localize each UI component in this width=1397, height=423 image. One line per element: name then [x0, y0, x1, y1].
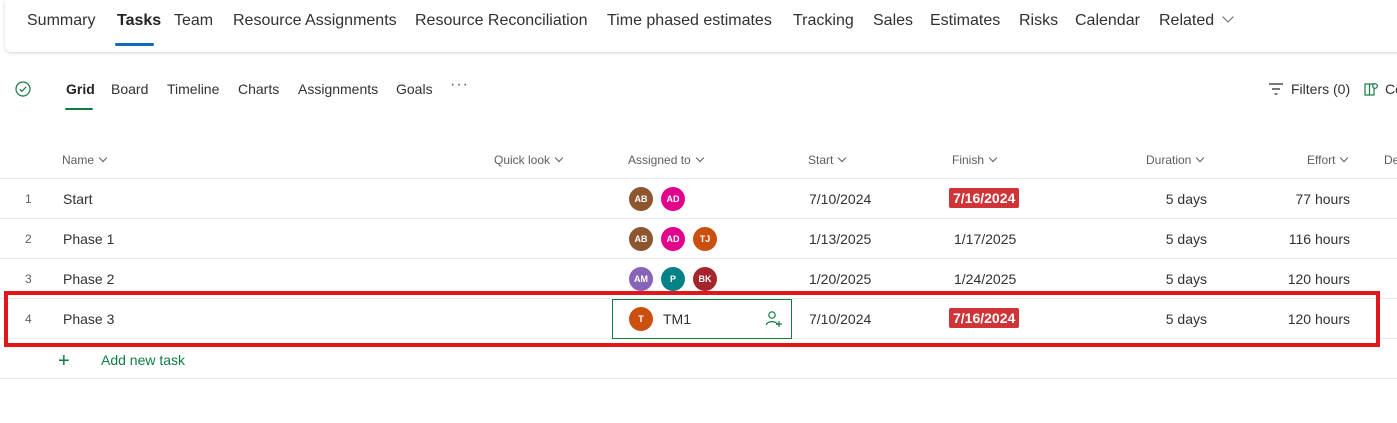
avatar[interactable]: AB: [629, 187, 653, 211]
avatar[interactable]: AB: [629, 227, 653, 251]
column-header-finish[interactable]: Finish: [952, 153, 998, 167]
duration[interactable]: 5 days: [1107, 271, 1207, 287]
start-date[interactable]: 1/13/2025: [809, 231, 871, 247]
row-number: 3: [25, 272, 32, 286]
tab-estimates[interactable]: Estimates: [930, 12, 1000, 30]
tab-related[interactable]: Related: [1159, 11, 1234, 30]
row-divider: [0, 258, 1397, 259]
column-header-start[interactable]: Start: [808, 153, 847, 167]
filters-label: Filters (0): [1291, 81, 1351, 97]
avatar[interactable]: AD: [661, 187, 685, 211]
start-date[interactable]: 7/10/2024: [809, 191, 871, 207]
effort[interactable]: 77 hours: [1250, 191, 1350, 207]
effort[interactable]: 120 hours: [1250, 271, 1350, 287]
chevron-down-icon: [1222, 11, 1234, 23]
filters-button[interactable]: Filters (0): [1268, 81, 1350, 97]
avatar[interactable]: P: [661, 267, 685, 291]
tab-resource-reconciliation[interactable]: Resource Reconciliation: [415, 12, 588, 30]
column-header-finish-label: Finish: [952, 153, 985, 167]
column-header-name[interactable]: Name: [62, 153, 108, 167]
header-divider: [0, 178, 1397, 179]
start-date[interactable]: 1/20/2025: [809, 271, 871, 287]
column-header-next[interactable]: De: [1384, 153, 1397, 167]
tab-resource-assignments[interactable]: Resource Assignments: [233, 12, 397, 30]
row-divider: [0, 218, 1397, 219]
tab-related-label: Related: [1159, 12, 1215, 29]
more-options-icon[interactable]: ···: [450, 76, 469, 94]
tab-time-phased-estimates[interactable]: Time phased estimates: [607, 12, 772, 30]
column-header-assigned-to-label: Assigned to: [628, 153, 691, 167]
column-header-duration-label: Duration: [1146, 153, 1192, 167]
view-tab-goals[interactable]: Goals: [396, 81, 433, 97]
view-tab-charts[interactable]: Charts: [238, 81, 279, 97]
avatar[interactable]: BK: [693, 267, 717, 291]
view-tab-assignments[interactable]: Assignments: [298, 81, 378, 97]
tab-summary[interactable]: Summary: [27, 12, 95, 30]
tab-tasks-underline: [115, 43, 154, 46]
view-tab-timeline[interactable]: Timeline: [167, 81, 219, 97]
column-header-start-label: Start: [808, 153, 834, 167]
duration[interactable]: 5 days: [1107, 191, 1207, 207]
column-header-effort[interactable]: Effort: [1307, 153, 1349, 167]
task-name[interactable]: Phase 2: [63, 271, 114, 287]
column-header-effort-label: Effort: [1307, 153, 1336, 167]
tab-tracking[interactable]: Tracking: [793, 12, 854, 30]
tab-sales[interactable]: Sales: [873, 12, 913, 30]
avatar[interactable]: AD: [661, 227, 685, 251]
view-tab-grid[interactable]: Grid: [66, 81, 95, 97]
check-circle-icon[interactable]: [15, 81, 31, 97]
chevron-down-icon: [1340, 153, 1349, 163]
column-header-assigned-to[interactable]: Assigned to: [628, 153, 704, 167]
task-name[interactable]: Phase 1: [63, 231, 114, 247]
add-new-task-button[interactable]: Add new task: [101, 352, 185, 368]
finish-date-late-badge[interactable]: 7/16/2024: [949, 188, 1020, 208]
finish-date[interactable]: 1/17/2025: [954, 231, 1016, 247]
chevron-down-icon: [1196, 153, 1205, 163]
chevron-down-icon: [98, 153, 108, 163]
column-settings-icon: [1364, 83, 1378, 96]
view-tab-board[interactable]: Board: [111, 81, 148, 97]
row-number: 2: [25, 232, 32, 246]
column-header-quick-look[interactable]: Quick look: [494, 153, 564, 167]
avatar[interactable]: TJ: [693, 227, 717, 251]
chevron-down-icon: [988, 153, 998, 163]
columns-button[interactable]: Co: [1363, 81, 1397, 97]
tab-team[interactable]: Team: [174, 12, 213, 30]
row-number: 1: [25, 192, 32, 206]
filter-icon: [1269, 83, 1283, 95]
tab-risks[interactable]: Risks: [1019, 12, 1058, 30]
effort[interactable]: 116 hours: [1250, 231, 1350, 247]
columns-button-label: Co: [1385, 81, 1397, 97]
chevron-down-icon: [695, 153, 704, 163]
column-header-duration[interactable]: Duration: [1146, 153, 1205, 167]
chevron-down-icon: [554, 153, 564, 163]
plus-icon[interactable]: +: [58, 350, 70, 373]
tab-tasks[interactable]: Tasks: [117, 12, 161, 30]
task-name[interactable]: Start: [63, 191, 93, 207]
column-header-quick-look-label: Quick look: [494, 153, 551, 167]
view-tab-grid-underline: [65, 108, 93, 110]
duration[interactable]: 5 days: [1107, 231, 1207, 247]
chevron-down-icon: [838, 153, 847, 163]
finish-date[interactable]: 1/24/2025: [954, 271, 1016, 287]
highlight-annotation-box: [4, 291, 1380, 347]
row-divider: [0, 378, 1397, 379]
column-header-name-label: Name: [62, 153, 95, 167]
tab-calendar[interactable]: Calendar: [1075, 12, 1140, 30]
avatar[interactable]: AM: [629, 267, 653, 291]
